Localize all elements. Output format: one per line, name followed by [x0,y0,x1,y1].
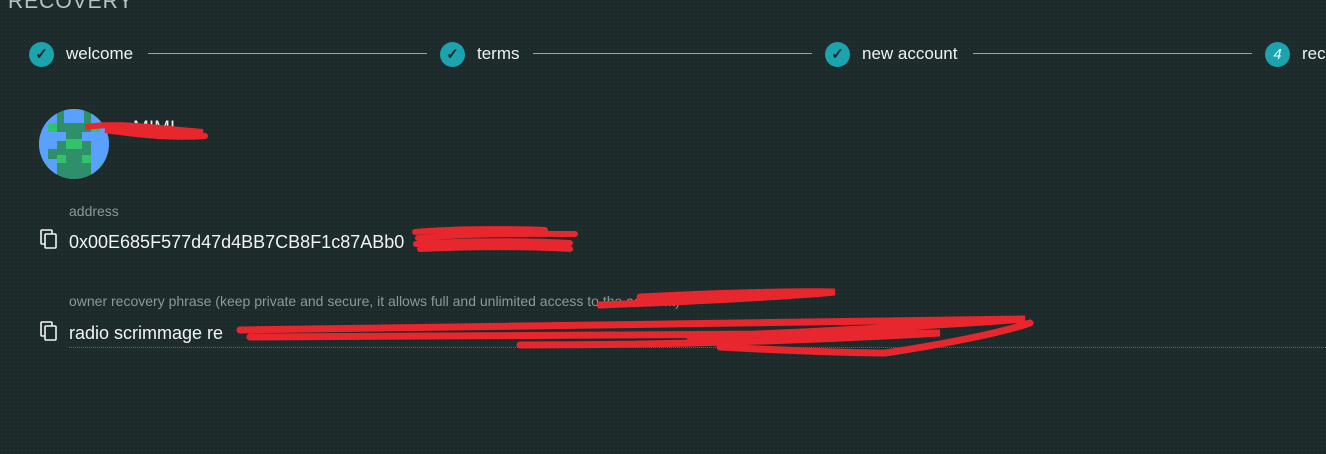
step-label-welcome: welcome [66,44,134,63]
copy-icon[interactable] [40,321,58,341]
redaction-scribble [412,226,578,252]
step-welcome[interactable]: ✓ welcome [29,40,133,68]
check-icon: ✓ [440,41,465,67]
check-icon: ✓ [29,41,54,67]
check-icon: ✓ [825,41,850,67]
address-value[interactable]: 0x00E685F577d47d4BB7CB8F1c87ABb0 [69,232,404,253]
phrase-value[interactable]: radio scrimmage re [69,323,223,344]
step-label-recovery: rec [1302,44,1326,63]
step-connector [148,53,427,54]
redaction-scribble [236,288,1034,357]
redaction-scribble [85,122,208,140]
step-number-badge: 4 [1265,41,1290,67]
step-new-account[interactable]: ✓ new account [825,40,957,68]
address-label: address [69,203,119,219]
page-title: RECOVERY [8,0,134,13]
step-recovery[interactable]: 4 rec [1265,40,1326,68]
step-terms[interactable]: ✓ terms [440,40,520,68]
stepper: ✓ welcome ✓ terms ✓ new account 4 rec [0,40,1326,68]
step-connector [533,53,812,54]
copy-icon[interactable] [40,229,58,249]
step-label-terms: terms [477,44,520,63]
step-connector [973,53,1252,54]
step-label-new-account: new account [862,44,958,63]
